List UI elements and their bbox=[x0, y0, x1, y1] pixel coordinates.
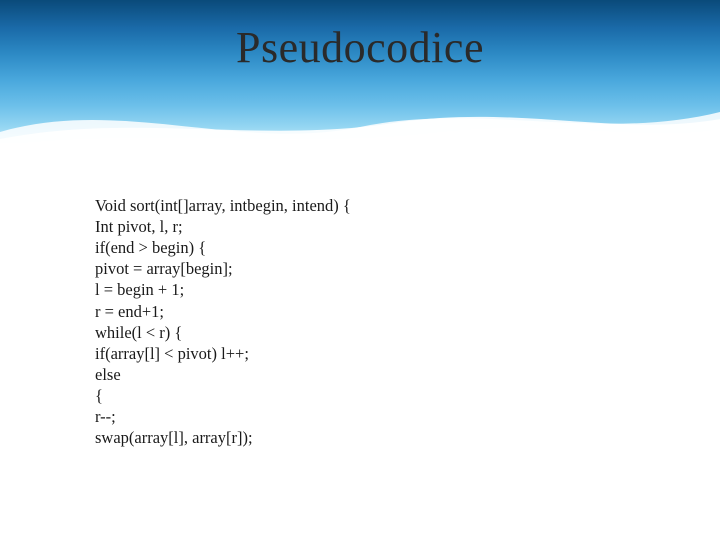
code-line: if(array[l] < pivot) l++; bbox=[95, 343, 595, 364]
code-line: r = end+1; bbox=[95, 301, 595, 322]
code-line: Void sort(int[]array, intbegin, intend) … bbox=[95, 195, 595, 216]
code-line: if(end > begin) { bbox=[95, 237, 595, 258]
code-line: l = begin + 1; bbox=[95, 279, 595, 300]
code-line: { bbox=[95, 385, 595, 406]
wave-decoration bbox=[0, 87, 720, 157]
code-line: pivot = array[begin]; bbox=[95, 258, 595, 279]
code-line: swap(array[l], array[r]); bbox=[95, 427, 595, 448]
pseudocode-block: Void sort(int[]array, intbegin, intend) … bbox=[95, 195, 595, 448]
slide: Pseudocodice Void sort(int[]array, intbe… bbox=[0, 0, 720, 540]
code-line: else bbox=[95, 364, 595, 385]
code-line: Int pivot, l, r; bbox=[95, 216, 595, 237]
slide-title: Pseudocodice bbox=[0, 22, 720, 73]
code-line: r--; bbox=[95, 406, 595, 427]
code-line: while(l < r) { bbox=[95, 322, 595, 343]
